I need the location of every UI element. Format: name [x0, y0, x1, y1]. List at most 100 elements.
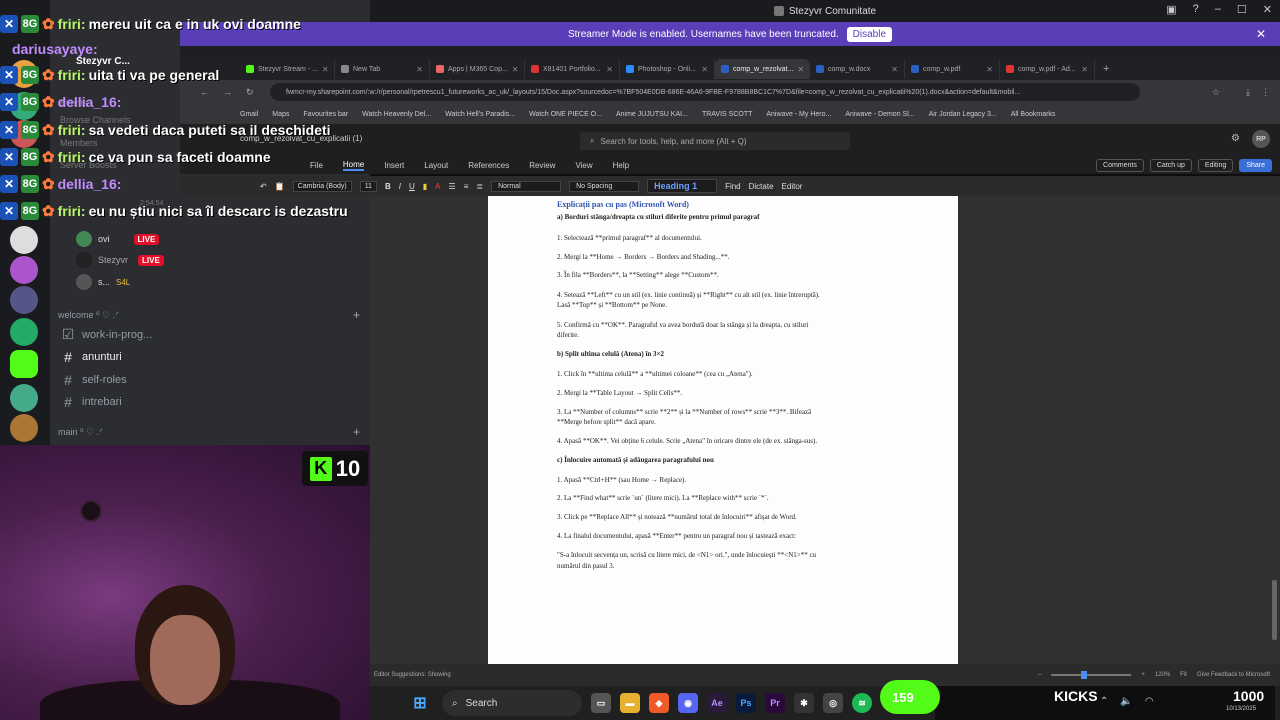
editor-status[interactable]: Editor Suggestions: Showing: [374, 672, 451, 678]
font-size-select[interactable]: 11: [359, 180, 377, 192]
inbox-icon[interactable]: ▣: [1166, 3, 1176, 16]
bookmark-item[interactable]: TRAVIS SCOTT: [702, 111, 752, 118]
add-channel-icon[interactable]: +: [353, 425, 360, 439]
comments-button[interactable]: Comments: [1096, 158, 1144, 172]
ribbon-tab-view[interactable]: View: [575, 161, 592, 170]
chevron-up-icon[interactable]: ⌃: [1100, 696, 1108, 707]
minimize-icon[interactable]: –: [1215, 3, 1221, 16]
photoshop-icon[interactable]: Ps: [736, 693, 756, 713]
back-icon[interactable]: ←: [200, 87, 209, 97]
paste-icon[interactable]: 📋: [275, 182, 285, 191]
bookmark-item[interactable]: Aniwave - My Hero...: [766, 111, 831, 118]
kick-server-icon[interactable]: [10, 350, 38, 378]
dictate-button[interactable]: Dictate: [749, 182, 774, 191]
bookmark-item[interactable]: Watch Heavenly Del...: [362, 111, 431, 118]
feedback-link[interactable]: Give Feedback to Microsoft: [1197, 672, 1270, 678]
editing-mode-button[interactable]: Editing: [1197, 158, 1234, 172]
url-input[interactable]: fwmcr-my.sharepoint.com/:w:/r/personal/r…: [270, 83, 1140, 101]
wifi-icon[interactable]: ◠: [1145, 696, 1154, 707]
italic-icon[interactable]: I: [399, 182, 401, 191]
clock-date[interactable]: 10/13/2025: [1226, 706, 1256, 712]
browser-tab[interactable]: Photoshop - Onli... ✕: [620, 59, 715, 79]
editor-button[interactable]: Editor: [782, 182, 803, 191]
ribbon-tab-insert[interactable]: Insert: [384, 161, 404, 170]
chat-username[interactable]: dariusayaye:: [12, 41, 98, 57]
zoom-out-icon[interactable]: –: [1038, 672, 1041, 678]
ribbon-tab-layout[interactable]: Layout: [424, 161, 448, 170]
zoom-in-icon[interactable]: +: [1141, 672, 1145, 678]
word-search-input[interactable]: ⌕ Search for tools, help, and more (Alt …: [580, 132, 850, 150]
task-view-icon[interactable]: ▭: [591, 693, 611, 713]
share-button[interactable]: Share: [1239, 158, 1272, 172]
chat-username[interactable]: friri:: [58, 203, 86, 219]
new-tab-icon[interactable]: +: [1103, 63, 1109, 75]
brave-icon[interactable]: ◆: [649, 693, 669, 713]
bookmark-item[interactable]: Aniwave - Demon Sl...: [845, 111, 914, 118]
settings-icon[interactable]: ⚙: [1231, 133, 1240, 144]
add-channel-icon[interactable]: +: [353, 308, 360, 322]
chat-username[interactable]: friri:: [58, 122, 86, 138]
close-icon[interactable]: ✕: [1263, 3, 1272, 16]
live-user-row[interactable]: ovi LIVE: [76, 231, 160, 247]
server-name[interactable]: Stezyvr C...: [76, 56, 130, 67]
align-icon[interactable]: ≣: [476, 182, 483, 191]
bookmark-star-icon[interactable]: ☆: [1212, 87, 1220, 98]
close-tab-icon[interactable]: ✕: [986, 65, 993, 74]
disable-button[interactable]: Disable: [846, 26, 893, 42]
browser-tab[interactable]: New Tab ✕: [335, 59, 430, 79]
numbering-icon[interactable]: ≡: [464, 182, 469, 191]
font-color-icon[interactable]: A: [435, 182, 440, 191]
server-icon[interactable]: [10, 318, 38, 346]
chat-username[interactable]: dellia_16:: [58, 176, 122, 192]
channel-anunturi[interactable]: # anunturi: [60, 349, 122, 365]
browser-tab[interactable]: comp_w.pdf - Ad... ✕: [1000, 59, 1095, 79]
live-user-row[interactable]: Stezyvr LIVE: [76, 252, 164, 268]
server-icon[interactable]: [10, 384, 38, 412]
live-user-row[interactable]: s... S4L: [76, 274, 130, 290]
channel-work-in-progress[interactable]: ☑ work-in-prog...: [60, 326, 153, 343]
ribbon-tab-home[interactable]: Home: [342, 160, 365, 171]
after-effects-icon[interactable]: Ae: [707, 693, 727, 713]
undo-icon[interactable]: ↶: [260, 182, 267, 191]
browser-tab[interactable]: comp_w_rezolvat... ✕: [715, 59, 810, 79]
close-tab-icon[interactable]: ✕: [606, 65, 613, 74]
close-tab-icon[interactable]: ✕: [322, 65, 329, 74]
find-button[interactable]: Find: [725, 182, 741, 191]
channel-intrebari[interactable]: # intrebari: [60, 394, 122, 410]
discord-icon[interactable]: ◉: [678, 693, 698, 713]
download-icon[interactable]: ⤓: [1246, 87, 1250, 98]
bookmark-item[interactable]: Air Jordan Legacy 3...: [929, 111, 997, 118]
avatar[interactable]: RP: [1252, 130, 1270, 148]
bookmark-item[interactable]: Favourites bar: [303, 111, 348, 118]
close-tab-icon[interactable]: ✕: [701, 65, 708, 74]
scrollbar[interactable]: [1272, 580, 1277, 640]
ribbon-tab-help[interactable]: Help: [613, 161, 629, 170]
highlight-icon[interactable]: ▮: [423, 182, 427, 191]
reload-icon[interactable]: ↻: [246, 87, 254, 98]
bold-icon[interactable]: B: [385, 182, 391, 191]
close-tab-icon[interactable]: ✕: [416, 65, 423, 74]
category-welcome[interactable]: welcome ⁰ ♡ .ᐟ: [58, 310, 119, 321]
browser-tab[interactable]: X81401 Portfolio... ✕: [525, 59, 620, 79]
spotify-icon[interactable]: ≋: [852, 693, 872, 713]
taskbar-search[interactable]: ⌕ Search: [442, 690, 582, 716]
channel-self-roles[interactable]: # self-roles: [60, 372, 127, 388]
document-page[interactable]: [488, 196, 958, 664]
chat-username[interactable]: friri:: [58, 16, 86, 32]
ribbon-tab-file[interactable]: File: [310, 161, 323, 170]
category-main[interactable]: main ⁰ ♡ .ᐟ: [58, 427, 103, 438]
app-icon[interactable]: ✱: [794, 693, 814, 713]
folder-icon[interactable]: ▬: [620, 693, 640, 713]
help-icon[interactable]: ?: [1193, 3, 1199, 16]
ribbon-tab-review[interactable]: Review: [529, 161, 555, 170]
menu-icon[interactable]: ⋮: [1261, 87, 1270, 98]
server-icon[interactable]: [10, 286, 38, 314]
zoom-slider[interactable]: [1051, 671, 1132, 679]
bookmark-item[interactable]: Gmail: [240, 111, 258, 118]
bullets-icon[interactable]: ☰: [449, 182, 456, 191]
catch-up-button[interactable]: Catch up: [1149, 158, 1192, 172]
chat-username[interactable]: friri:: [58, 67, 86, 83]
fit-button[interactable]: Fit: [1180, 672, 1187, 678]
font-family-select[interactable]: Cambria (Body): [292, 180, 352, 192]
close-tab-icon[interactable]: ✕: [797, 65, 804, 74]
